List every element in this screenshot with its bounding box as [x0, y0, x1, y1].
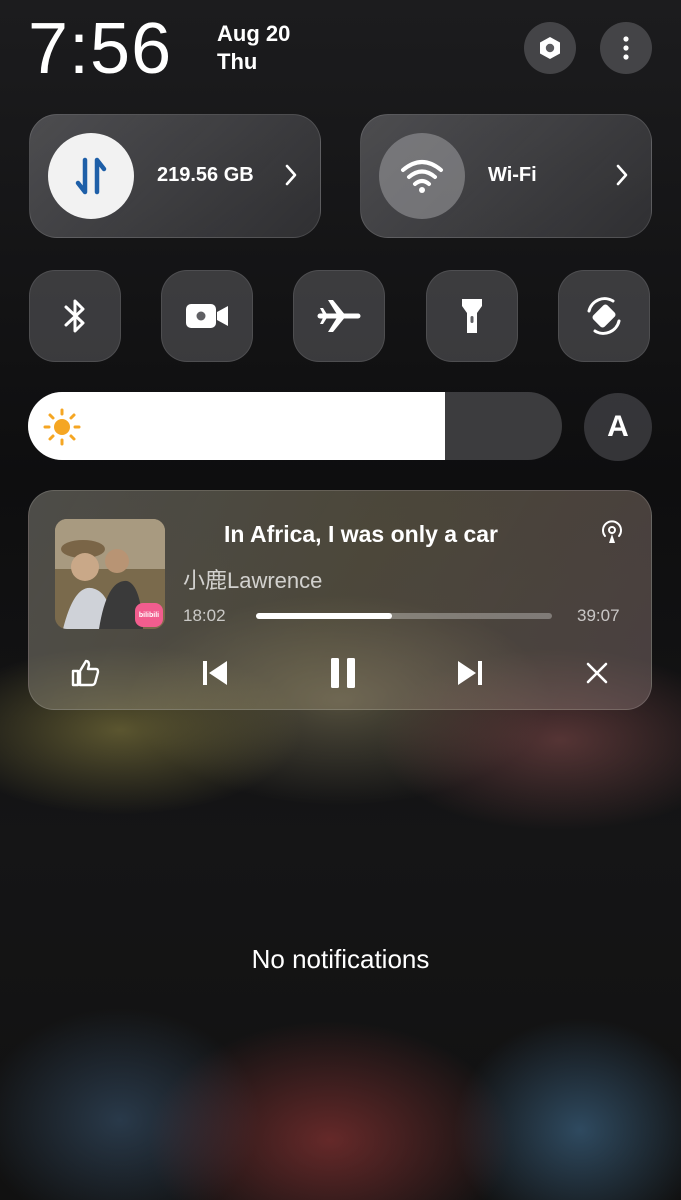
- close-icon: [586, 662, 608, 684]
- album-art[interactable]: bilibili: [55, 519, 165, 629]
- pause-icon: [331, 658, 355, 688]
- wifi-icon: [401, 160, 443, 193]
- day-text: Thu: [217, 49, 258, 74]
- flashlight-icon: [462, 299, 482, 333]
- brightness-slider[interactable]: [28, 392, 562, 460]
- wifi-tile[interactable]: Wi-Fi: [360, 114, 652, 238]
- mobile-data-tile[interactable]: 219.56 GB: [29, 114, 321, 238]
- mobile-data-toggle[interactable]: [48, 133, 134, 219]
- next-button[interactable]: [448, 651, 492, 695]
- bluetooth-icon: [64, 299, 85, 333]
- brightness-level: [28, 392, 445, 460]
- pause-button[interactable]: [321, 651, 365, 695]
- progress-fill: [256, 613, 392, 619]
- mobile-data-arrows-icon: [75, 157, 107, 195]
- more-options-button[interactable]: [600, 22, 652, 74]
- airplane-icon: [317, 300, 361, 332]
- mobile-data-label: 219.56 GB: [157, 164, 254, 186]
- clock: 7:56: [28, 9, 173, 89]
- progress-bar[interactable]: [256, 613, 552, 619]
- settings-hex-icon: [540, 37, 560, 59]
- previous-icon: [203, 661, 227, 685]
- wifi-toggle[interactable]: [379, 133, 465, 219]
- auto-brightness-button[interactable]: A: [584, 393, 652, 461]
- elapsed-time: 18:02: [183, 606, 226, 625]
- flashlight-toggle[interactable]: [426, 270, 518, 362]
- wifi-label: Wi-Fi: [488, 164, 537, 186]
- song-title: In Africa, I was only a car: [224, 521, 498, 547]
- like-button[interactable]: [63, 651, 107, 695]
- date-block: Aug 20 Thu: [217, 20, 290, 76]
- more-vertical-icon: [623, 36, 629, 60]
- video-camera-icon: [186, 304, 228, 328]
- screen-record-toggle[interactable]: [161, 270, 253, 362]
- date-text: Aug 20: [217, 21, 291, 46]
- thumbs-up-icon: [71, 659, 100, 687]
- auto-rotate-toggle[interactable]: [558, 270, 650, 362]
- artist-name: 小鹿Lawrence: [183, 568, 323, 593]
- chevron-right-icon: [285, 164, 297, 186]
- no-notifications-text: No notifications: [251, 944, 430, 974]
- airplane-mode-toggle[interactable]: [293, 270, 385, 362]
- settings-button[interactable]: [524, 22, 576, 74]
- chevron-right-icon: [616, 164, 628, 186]
- next-icon: [458, 661, 482, 685]
- cast-icon[interactable]: [599, 519, 625, 545]
- bilibili-badge: bilibili: [135, 603, 163, 627]
- media-player-card[interactable]: bilibili In Africa, I was only a car 小鹿L…: [28, 490, 652, 710]
- sun-icon: [43, 408, 81, 446]
- close-player-button[interactable]: [575, 651, 619, 695]
- bluetooth-toggle[interactable]: [29, 270, 121, 362]
- total-duration: 39:07: [577, 606, 620, 625]
- rotate-icon: [587, 297, 621, 335]
- previous-button[interactable]: [193, 651, 237, 695]
